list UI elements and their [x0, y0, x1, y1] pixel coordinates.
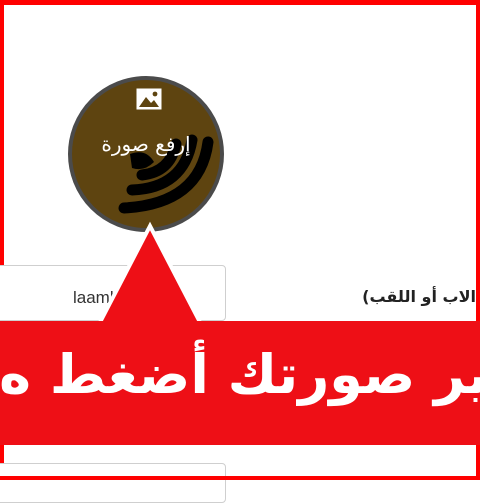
banner-text: ير صورتك أضغط ه [0, 343, 480, 406]
red-frame-bottom [0, 476, 480, 480]
instruction-banner: ير صورتك أضغط ه [0, 321, 480, 445]
